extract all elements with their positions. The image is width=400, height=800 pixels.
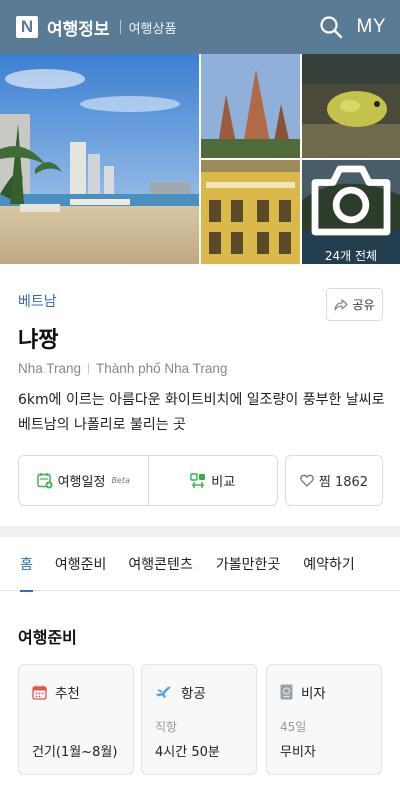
search-icon[interactable]: [319, 15, 343, 39]
camera-icon: [311, 165, 391, 236]
header-divider: [119, 20, 121, 34]
visa-info-card[interactable]: 비자 45일 무비자: [266, 664, 382, 775]
card-value: 건기(1월~8월): [32, 745, 118, 760]
header-travel-products-link[interactable]: 여행상품: [129, 18, 177, 37]
card-header: 항공: [155, 682, 206, 702]
calendar-add-icon: [36, 473, 53, 489]
tab-travel-content[interactable]: 여행콘텐츠: [128, 537, 192, 591]
flight-info-card[interactable]: 항공 직항 4시간 50분: [141, 664, 257, 775]
like-button[interactable]: 찜 1862: [285, 455, 383, 506]
compare-icon: [190, 472, 206, 488]
header-actions: MY: [319, 15, 387, 39]
place-description: 6km에 이르는 아름다운 화이트비치에 일조량이 풍부한 날씨로 베트남의 나…: [18, 392, 385, 433]
section-divider: [0, 526, 400, 537]
alt-name-english: Nha Trang: [18, 361, 82, 376]
share-icon: [334, 298, 349, 311]
compare-button[interactable]: 비교: [147, 456, 278, 505]
colonial-building-photo[interactable]: [201, 160, 300, 264]
airplane-icon: [156, 686, 171, 698]
tower-temple-photo[interactable]: [201, 54, 300, 158]
naver-logo[interactable]: N: [16, 16, 38, 38]
card-title: 추천: [55, 686, 80, 702]
share-label: 공유: [352, 298, 375, 312]
action-button-group: 여행일정 Beta 비교: [18, 455, 278, 506]
alt-name-local: Thành phố Nha Trang: [96, 361, 228, 376]
travel-schedule-button[interactable]: 여행일정 Beta: [19, 456, 148, 505]
alt-name-divider: [88, 363, 90, 374]
travel-schedule-label: 여행일정: [57, 475, 106, 490]
view-all-photos-overlay[interactable]: 24개 전체: [302, 160, 400, 264]
photo-gallery: 24개 전체: [0, 54, 400, 264]
page-title: 냐짱: [18, 328, 59, 353]
calendar-icon: [32, 685, 47, 700]
coast-photo-more[interactable]: 24개 전체: [302, 160, 400, 264]
card-label: 45일: [280, 720, 307, 734]
card-label: 직항: [155, 720, 178, 734]
compare-label: 비교: [211, 475, 236, 490]
card-header: 비자: [280, 682, 326, 702]
top-header: N 여행정보 여행상품 MY: [0, 0, 400, 54]
card-value: 무비자: [280, 745, 316, 760]
like-count-label: 찜 1862: [318, 475, 369, 490]
tab-home[interactable]: 홈: [20, 537, 33, 592]
main-beach-photo[interactable]: [0, 54, 199, 264]
tab-travel-prep[interactable]: 여행준비: [55, 537, 107, 591]
share-button[interactable]: 공유: [326, 288, 383, 321]
header-brand[interactable]: 여행정보: [47, 15, 110, 40]
travel-prep-heading: 여행준비: [18, 628, 77, 647]
country-link[interactable]: 베트남: [18, 291, 57, 311]
reef-fish-photo[interactable]: [302, 54, 400, 158]
card-value: 4시간 50분: [155, 745, 220, 760]
view-all-photos-label: 24개 전체: [324, 249, 378, 263]
tab-places-to-visit[interactable]: 가볼만한곳: [216, 537, 280, 591]
place-alt-names: Nha Trang Thành phố Nha Trang: [18, 361, 227, 376]
tab-bar: 홈 여행준비 여행콘텐츠 가볼만한곳 예약하기: [0, 537, 400, 592]
card-title: 비자: [301, 686, 326, 702]
beta-badge: Beta: [111, 476, 130, 485]
my-menu-button[interactable]: MY: [357, 16, 387, 38]
tab-booking[interactable]: 예약하기: [303, 537, 355, 591]
passport-icon: [280, 684, 293, 700]
season-recommend-card[interactable]: 추천 건기(1월~8월): [18, 664, 134, 775]
card-title: 항공: [181, 686, 206, 702]
card-header: 추천: [32, 682, 80, 702]
heart-icon: [300, 474, 314, 487]
